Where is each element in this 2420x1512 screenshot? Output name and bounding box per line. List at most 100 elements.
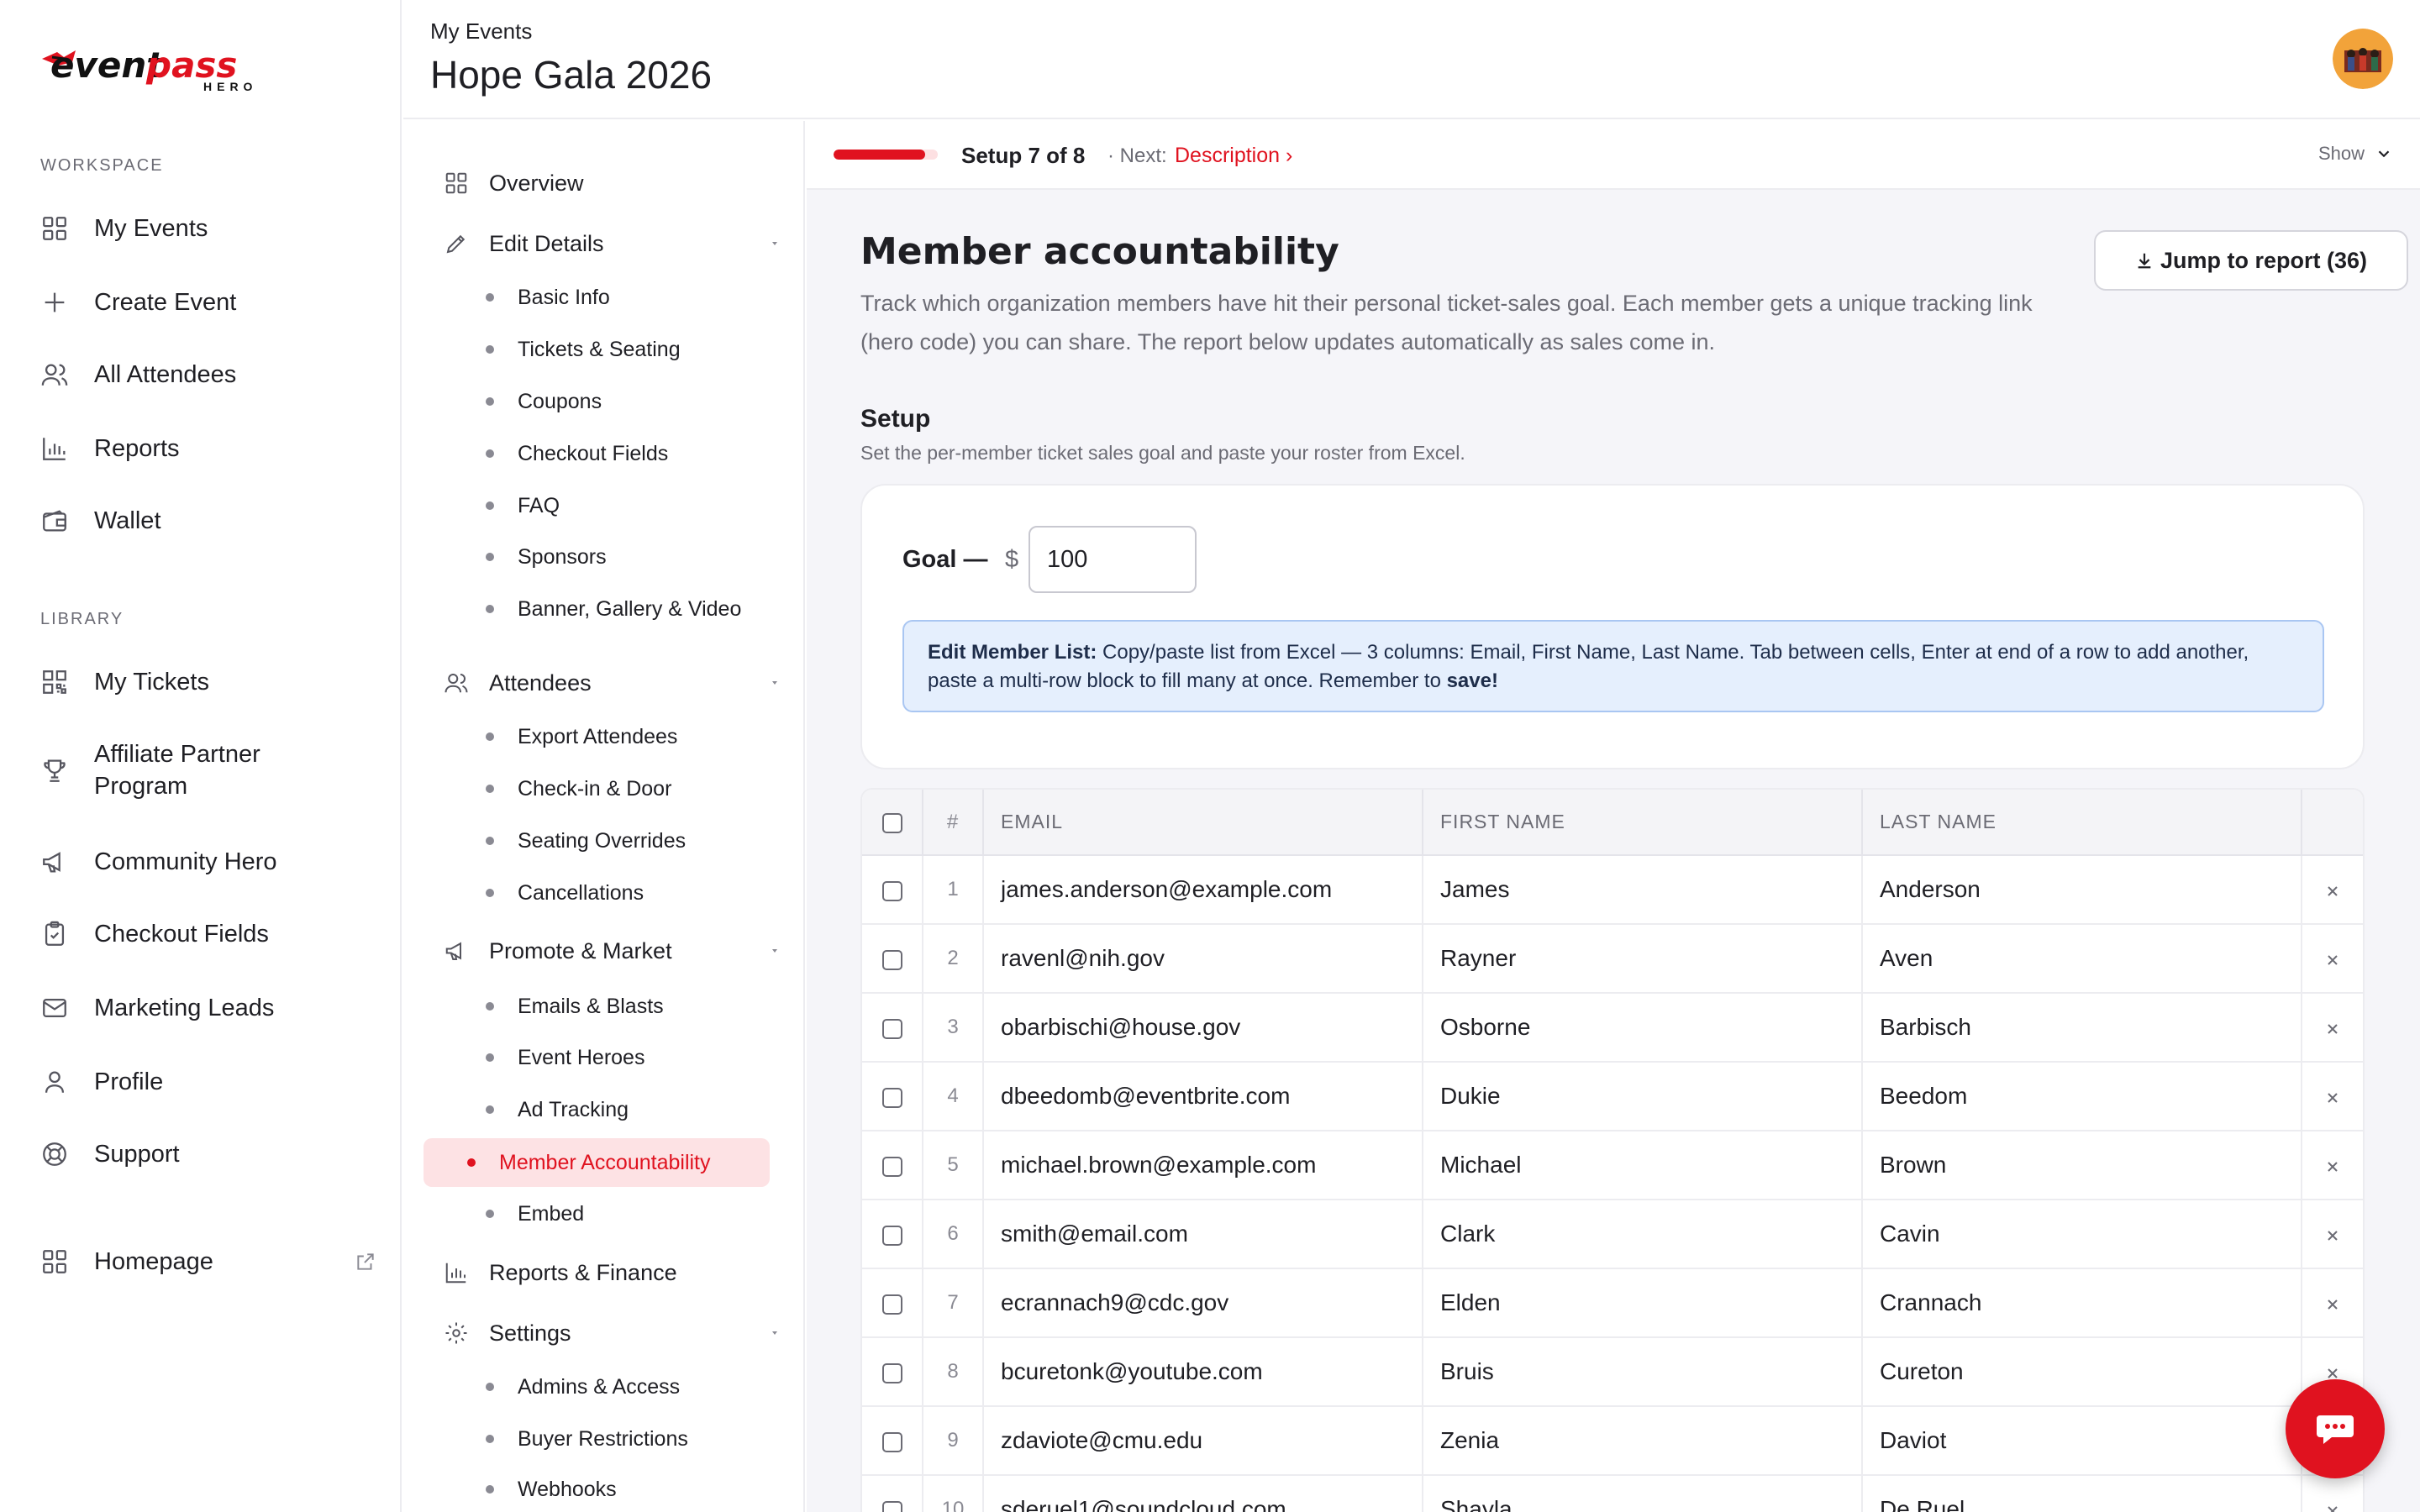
first-name-cell[interactable]: Clark [1423,1200,1863,1269]
nav-basic-info[interactable]: Basic Info [469,275,768,320]
nav-reports-finance[interactable]: Reports & Finance [444,1252,780,1294]
last-name-cell[interactable]: Barbisch [1862,993,2302,1063]
nav-cancellations[interactable]: Cancellations [469,870,768,916]
close-icon[interactable] [2325,884,2340,899]
sidebar-item-homepage[interactable]: Homepage [40,1236,376,1287]
goal-amount-input[interactable] [1028,526,1197,593]
close-icon[interactable] [2325,1090,2340,1105]
row-checkbox[interactable] [881,949,902,970]
nav-tickets-seating[interactable]: Tickets & Seating [469,327,768,372]
nav-check-in-door[interactable]: Check-in & Door [469,766,768,811]
sidebar-item-community-hero[interactable]: Community Hero [40,837,376,887]
sidebar-item-create-event[interactable]: Create Event [40,277,376,328]
first-name-cell[interactable]: Dukie [1423,1062,1863,1131]
last-name-cell[interactable]: Daviot [1862,1406,2302,1476]
show-toggle-button[interactable]: Show [2318,143,2393,165]
first-name-cell[interactable]: Zenia [1423,1406,1863,1476]
sidebar-item-reports[interactable]: Reports [40,423,376,474]
close-icon[interactable] [2325,1159,2340,1174]
row-checkbox[interactable] [881,1500,902,1512]
last-name-cell[interactable]: Anderson [1862,855,2302,925]
row-checkbox[interactable] [881,1225,902,1246]
sidebar-item-affiliate-partner-program[interactable]: Affiliate Partner Program [40,732,376,808]
close-icon[interactable] [2325,953,2340,968]
last-name-cell[interactable]: Cureton [1862,1337,2302,1407]
sidebar-item-all-attendees[interactable]: All Attendees [40,349,376,400]
first-name-cell[interactable]: James [1423,855,1863,925]
row-checkbox[interactable] [881,880,902,901]
first-name-cell[interactable]: Osborne [1423,993,1863,1063]
nav-promote-market[interactable]: Promote & Market [444,930,780,972]
first-name-cell[interactable]: Rayner [1423,924,1863,994]
sidebar-item-checkout-fields[interactable]: Checkout Fields [40,909,376,959]
email-cell[interactable]: zdaviote@cmu.edu [983,1406,1423,1476]
nav-webhooks[interactable]: Webhooks [469,1467,768,1512]
setup-progress-bar: Setup 7 of 8 · Next: Description › Show [807,121,2420,190]
nav-seating-overrides[interactable]: Seating Overrides [469,818,768,864]
last-name-cell[interactable]: Brown [1862,1131,2302,1200]
nav-member-accountability[interactable]: Member Accountability [424,1138,770,1187]
avatar[interactable] [2333,29,2393,89]
row-checkbox[interactable] [881,1362,902,1383]
first-name-cell[interactable]: Shayla [1423,1475,1863,1512]
nav-sponsors[interactable]: Sponsors [469,534,768,580]
nav-buyer-restrictions[interactable]: Buyer Restrictions [469,1416,768,1462]
nav-export-attendees[interactable]: Export Attendees [469,714,768,759]
nav-embed[interactable]: Embed [469,1191,768,1236]
close-icon[interactable] [2325,1366,2340,1381]
last-name-cell[interactable]: De Ruel [1862,1475,2302,1512]
sidebar-item-marketing-leads[interactable]: Marketing Leads [40,983,376,1033]
nav-faq[interactable]: FAQ [469,483,768,528]
jump-to-report-button[interactable]: Jump to report (36) [2094,230,2408,291]
nav-edit-details[interactable]: Edit Details [444,223,780,265]
breadcrumb[interactable]: My Events [430,18,532,45]
nav-admins-access[interactable]: Admins & Access [469,1364,768,1410]
email-cell[interactable]: obarbischi@house.gov [983,993,1423,1063]
last-name-cell[interactable]: Crannach [1862,1268,2302,1338]
nav-emails-blasts[interactable]: Emails & Blasts [469,984,768,1029]
email-cell[interactable]: michael.brown@example.com [983,1131,1423,1200]
email-cell[interactable]: smith@email.com [983,1200,1423,1269]
email-cell[interactable]: ecrannach9@cdc.gov [983,1268,1423,1338]
next-step-link[interactable]: Description › [1175,144,1292,168]
row-checkbox[interactable] [881,1294,902,1315]
last-name-cell[interactable]: Aven [1862,924,2302,994]
row-checkbox[interactable] [881,1156,902,1177]
sidebar-item-wallet[interactable]: Wallet [40,496,376,546]
nav-settings[interactable]: Settings [444,1312,780,1354]
close-icon[interactable] [2325,1297,2340,1312]
sidebar-item-support[interactable]: Support [40,1129,376,1179]
nav-ad-tracking[interactable]: Ad Tracking [469,1087,768,1132]
first-name-cell[interactable]: Elden [1423,1268,1863,1338]
nav-banner-gallery-video[interactable]: Banner, Gallery & Video [469,586,768,632]
last-name-cell[interactable]: Cavin [1862,1200,2302,1269]
close-icon[interactable] [2325,1228,2340,1243]
last-name-column-header: LAST NAME [1862,790,2302,856]
select-all-checkbox[interactable] [881,812,902,833]
email-cell[interactable]: ravenl@nih.gov [983,924,1423,994]
row-checkbox[interactable] [881,1431,902,1452]
email-cell[interactable]: bcuretonk@youtube.com [983,1337,1423,1407]
row-checkbox[interactable] [881,1018,902,1039]
last-name-cell[interactable]: Beedom [1862,1062,2302,1131]
email-cell[interactable]: dbeedomb@eventbrite.com [983,1062,1423,1131]
nav-checkout-fields[interactable]: Checkout Fields [469,431,768,476]
email-cell[interactable]: sderuel1@soundcloud.com [983,1475,1423,1512]
table-row: 8 bcuretonk@youtube.com Bruis Cureton [862,1337,2363,1407]
nav-coupons[interactable]: Coupons [469,379,768,424]
sidebar-item-profile[interactable]: Profile [40,1057,376,1107]
chat-support-button[interactable] [2286,1379,2385,1478]
row-checkbox[interactable] [881,1087,902,1108]
sidebar-item-my-events[interactable]: My Events [40,203,376,254]
eventpass-hero-logo[interactable]: event pass HERO [39,40,266,94]
close-icon[interactable] [2325,1021,2340,1037]
email-cell[interactable]: james.anderson@example.com [983,855,1423,925]
nav-attendees[interactable]: Attendees [444,662,780,704]
row-number: 9 [923,1406,984,1476]
first-name-cell[interactable]: Michael [1423,1131,1863,1200]
close-icon[interactable] [2325,1504,2340,1512]
first-name-cell[interactable]: Bruis [1423,1337,1863,1407]
nav-event-heroes[interactable]: Event Heroes [469,1035,768,1080]
sidebar-item-my-tickets[interactable]: My Tickets [40,657,376,707]
nav-overview[interactable]: Overview [444,162,780,204]
